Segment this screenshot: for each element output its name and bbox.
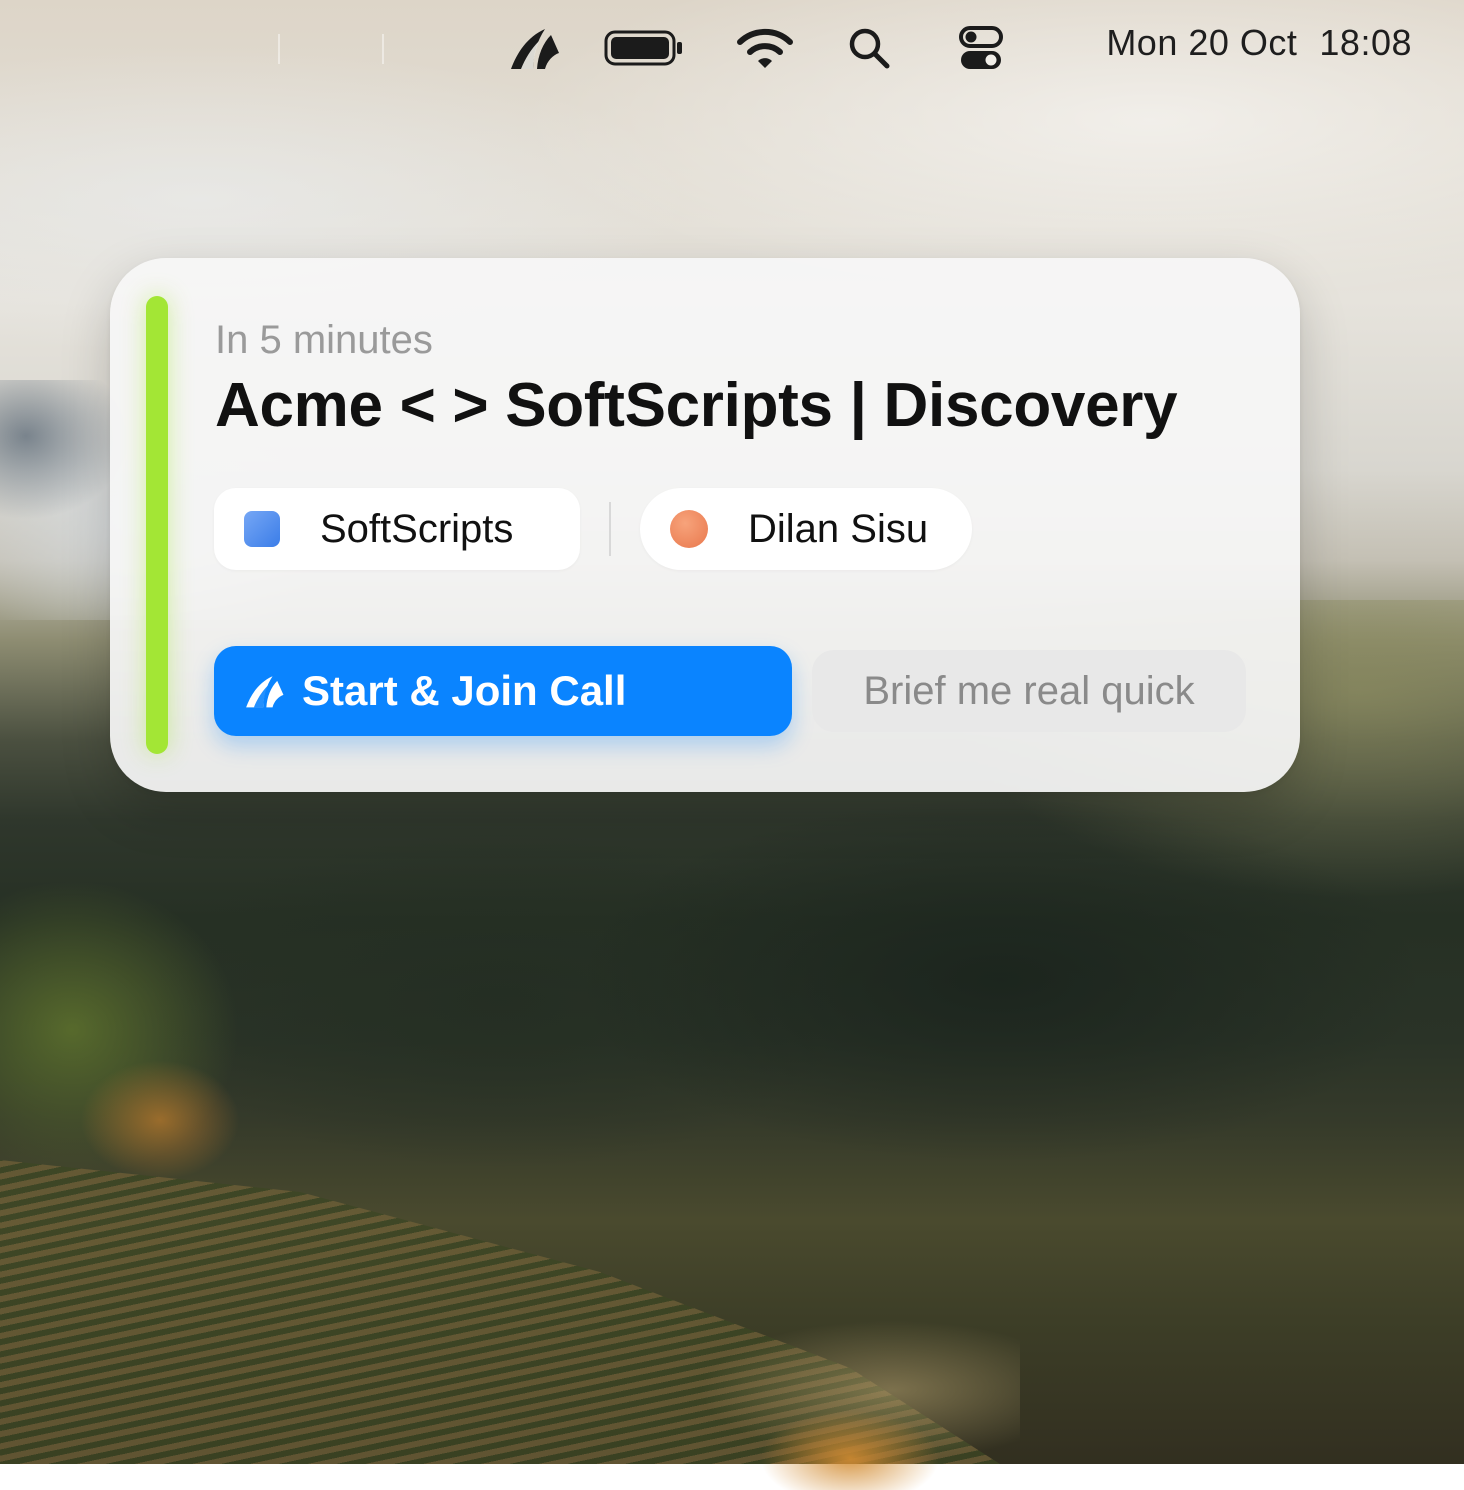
battery-icon[interactable] bbox=[604, 24, 684, 72]
menu-bar-time: 18:08 bbox=[1319, 22, 1412, 63]
menu-bar-clock[interactable]: Mon 20 Oct 18:08 bbox=[1106, 22, 1412, 64]
start-join-call-label: Start & Join Call bbox=[302, 667, 627, 714]
meeting-time-until: In 5 minutes bbox=[215, 318, 433, 362]
brief-me-button[interactable]: Brief me real quick bbox=[812, 650, 1246, 732]
control-center-icon[interactable] bbox=[956, 24, 1006, 72]
company-chip-label: SoftScripts bbox=[320, 506, 514, 551]
brief-me-label: Brief me real quick bbox=[863, 668, 1195, 713]
app-logo-icon[interactable] bbox=[506, 24, 562, 72]
search-icon[interactable] bbox=[846, 24, 892, 72]
menu-bar-separator bbox=[382, 34, 384, 64]
chip-divider bbox=[609, 502, 611, 556]
wallpaper-autumn-tree-2 bbox=[760, 1410, 940, 1490]
menu-bar-separator bbox=[278, 34, 280, 64]
menu-bar-date: Mon 20 Oct bbox=[1106, 22, 1298, 63]
wifi-icon[interactable] bbox=[736, 24, 794, 72]
attendee-chip-label: Dilan Sisu bbox=[748, 506, 929, 551]
meeting-title: Acme < > SoftScripts | Discovery bbox=[215, 371, 1178, 440]
company-chip[interactable]: SoftScripts bbox=[214, 488, 580, 570]
start-join-call-button[interactable]: Start & Join Call bbox=[214, 646, 792, 736]
menu-bar: Mon 20 Oct 18:08 bbox=[0, 0, 1464, 96]
wallpaper-autumn-tree bbox=[80, 1060, 240, 1180]
attendee-chip[interactable]: Dilan Sisu bbox=[640, 488, 972, 570]
meeting-notification-card[interactable]: In 5 minutes Acme < > SoftScripts | Disc… bbox=[110, 258, 1300, 792]
company-logo-icon bbox=[244, 511, 280, 547]
app-logo-icon bbox=[242, 669, 286, 713]
avatar-dot-icon bbox=[670, 510, 708, 548]
meeting-status-accent-bar bbox=[146, 296, 168, 754]
